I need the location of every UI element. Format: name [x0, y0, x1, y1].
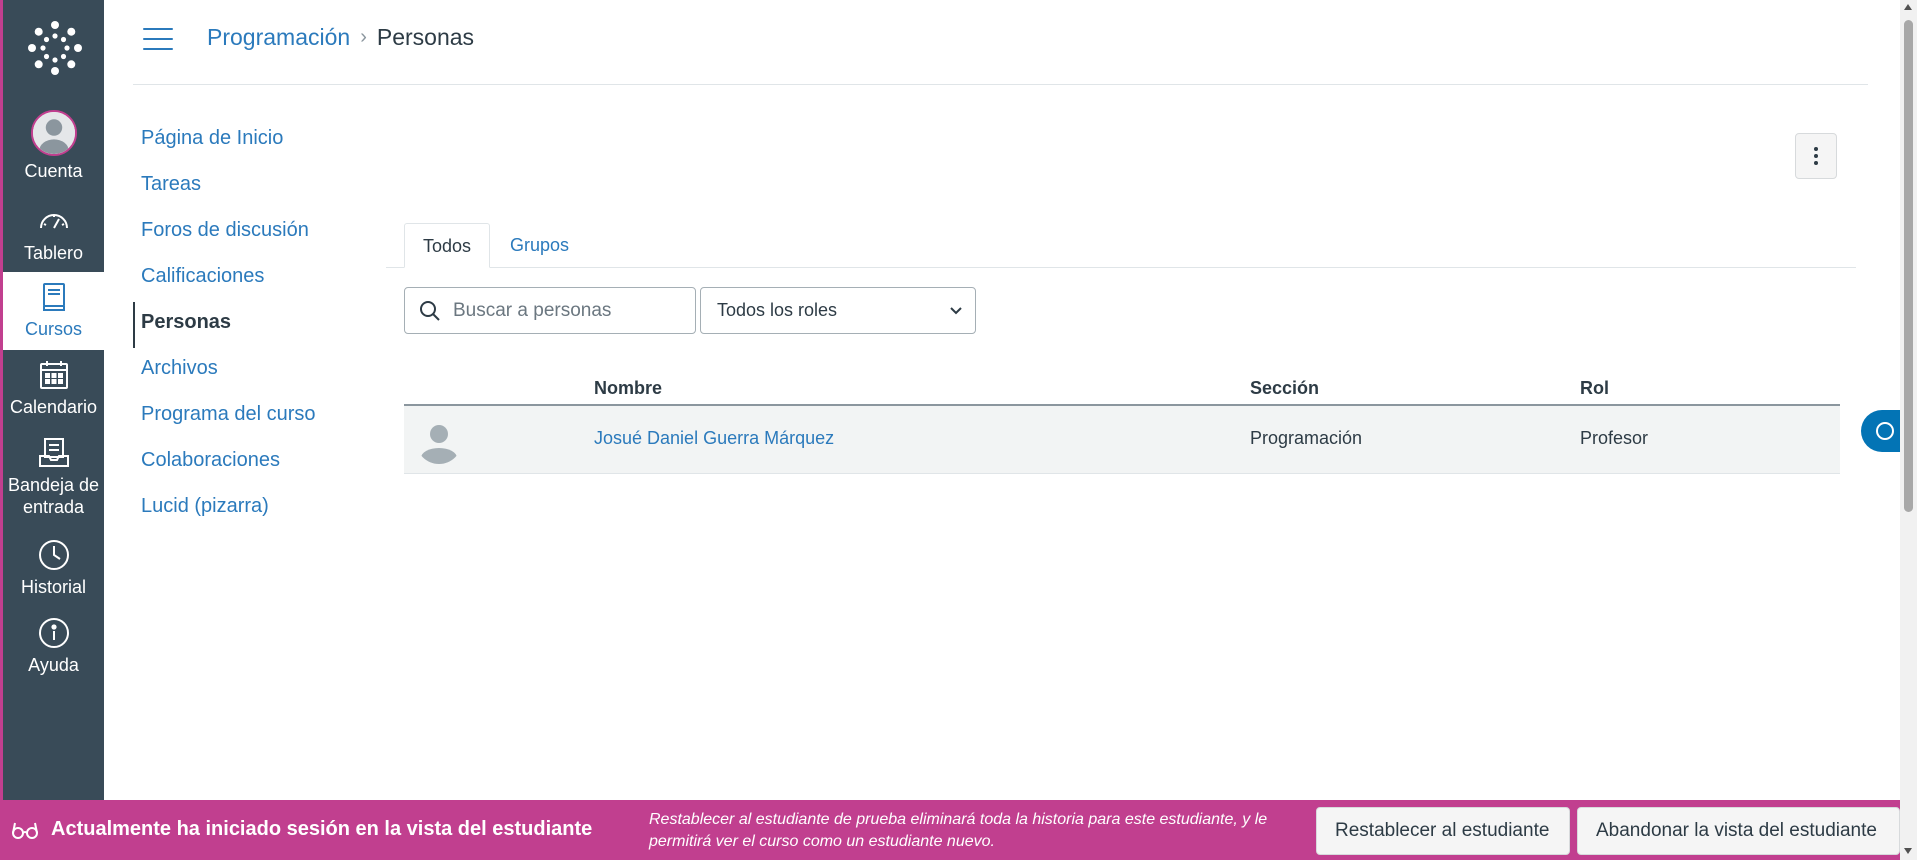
nav-item-label: Cursos [24, 319, 82, 339]
nav-item-history[interactable]: Historial [3, 538, 104, 598]
nav-item-calendar[interactable]: Calendario [3, 358, 104, 418]
course-nav-discussions[interactable]: Foros de discusión [133, 210, 363, 256]
account-avatar-icon [30, 110, 77, 156]
calendar-icon [39, 361, 68, 389]
student-view-description: Restablecer al estudiante de prueba elim… [649, 811, 1268, 850]
more-options-kebab-icon[interactable] [1795, 133, 1837, 179]
nav-item-label: Calendario [9, 397, 98, 417]
page-header: Programación › Personas [133, 0, 1868, 85]
nav-item-courses[interactable]: Cursos [3, 272, 104, 350]
search-people-field [404, 287, 696, 334]
nav-item-inbox[interactable]: Bandeja de entrada [3, 436, 104, 518]
glasses-icon [12, 822, 38, 839]
courses-icon [42, 283, 65, 311]
scroll-down-arrow-icon[interactable] [1904, 848, 1912, 854]
person-role: Profesor [1580, 428, 1649, 448]
nav-item-label: Tablero [23, 243, 84, 263]
course-navigation: Página de Inicio Tareas Foros de discusi… [133, 118, 363, 532]
search-input[interactable] [453, 299, 693, 322]
course-nav-assignments[interactable]: Tareas [133, 164, 363, 210]
course-nav-syllabus[interactable]: Programa del curso [133, 394, 363, 440]
global-navigation: Cuenta Tablero Cursos Calendario Bandeja… [0, 0, 104, 800]
breadcrumb-separator: › [360, 26, 367, 48]
column-header-role: Rol [1580, 378, 1609, 398]
people-tabs: Todos Grupos [386, 223, 1856, 268]
tab-grupos[interactable]: Grupos [492, 223, 587, 268]
app-frame: Cuenta Tablero Cursos Calendario Bandeja… [0, 0, 1917, 860]
course-nav-collaborations[interactable]: Colaboraciones [133, 440, 363, 486]
people-table: Nombre Sección Rol Josué Daniel Guerra M… [404, 370, 1840, 474]
role-filter-value: Todos los roles [717, 300, 838, 320]
user-avatar-icon [416, 418, 462, 464]
course-nav-people[interactable]: Personas [133, 302, 363, 348]
chevron-down-icon [950, 306, 962, 314]
scrollbar-thumb[interactable] [1904, 20, 1913, 512]
nav-item-account[interactable]: Cuenta [3, 110, 104, 182]
breadcrumb-course-link[interactable]: Programación [207, 24, 350, 51]
table-row: Josué Daniel Guerra Márquez Programación… [404, 406, 1840, 474]
nav-item-label: Ayuda [28, 655, 79, 675]
inbox-icon [38, 438, 69, 467]
search-icon [420, 300, 440, 321]
nav-item-label: Historial [20, 577, 86, 597]
course-nav-lucid[interactable]: Lucid (pizarra) [133, 486, 363, 532]
nav-item-label: Cuenta [24, 161, 83, 181]
table-header: Nombre Sección Rol [404, 370, 1840, 406]
help-icon [38, 618, 69, 648]
breadcrumb-current: Personas [376, 24, 475, 50]
column-header-section: Sección [1250, 378, 1320, 398]
student-view-bar: Actualmente ha iniciado sesión en la vis… [0, 800, 1900, 860]
role-filter-select[interactable]: Todos los roles [700, 287, 976, 334]
nav-item-help[interactable]: Ayuda [3, 616, 104, 676]
person-section: Programación [1250, 428, 1363, 448]
history-clock-icon [38, 540, 69, 570]
leave-student-view-button[interactable]: Abandonar la vista del estudiante [1577, 807, 1900, 855]
student-view-title: Actualmente ha iniciado sesión en la vis… [51, 818, 593, 840]
canvas-logo-icon[interactable] [27, 20, 83, 76]
nav-item-label: Bandeja de entrada [7, 475, 100, 517]
course-nav-files[interactable]: Archivos [133, 348, 363, 394]
nav-item-dashboard[interactable]: Tablero [3, 204, 104, 264]
course-nav-home[interactable]: Página de Inicio [133, 118, 363, 164]
hamburger-menu-icon[interactable] [143, 28, 173, 52]
vertical-scrollbar[interactable] [1900, 0, 1917, 860]
dashboard-icon [39, 214, 68, 229]
person-name-link[interactable]: Josué Daniel Guerra Márquez [594, 428, 834, 449]
course-nav-grades[interactable]: Calificaciones [133, 256, 363, 302]
scroll-up-arrow-icon[interactable] [1904, 4, 1912, 10]
column-header-name: Nombre [594, 378, 663, 398]
breadcrumb: Programación › Personas [207, 24, 474, 51]
reset-student-button[interactable]: Restablecer al estudiante [1316, 807, 1570, 855]
tab-todos[interactable]: Todos [404, 223, 491, 268]
